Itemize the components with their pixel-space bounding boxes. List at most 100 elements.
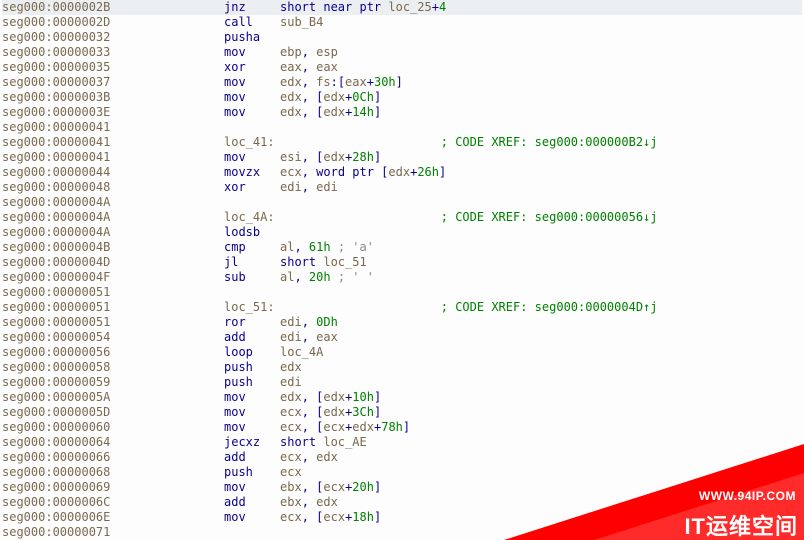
op-token: al [280, 240, 294, 254]
op-token: , [302, 450, 316, 464]
op-token: edi [280, 330, 302, 344]
asm-row[interactable]: seg000:0000004A loc_4A: ; CODE XREF: seg… [2, 210, 802, 225]
op-token: short near ptr [280, 0, 388, 14]
op-token: 30h [374, 75, 396, 89]
op-token: , [294, 270, 308, 284]
op-token: edx [316, 450, 338, 464]
op-token: [ [374, 165, 388, 179]
asm-row[interactable]: seg000:00000056 looploc_4A [2, 345, 802, 360]
code-label[interactable]: loc_51: [224, 300, 275, 314]
operands: sub_B4 [280, 15, 323, 30]
asm-row[interactable]: seg000:00000051 roredi, 0Dh [2, 315, 802, 330]
asm-row[interactable]: seg000:00000054 addedi, eax [2, 330, 802, 345]
asm-row[interactable]: seg000:00000041 movesi, [edx+28h] [2, 150, 802, 165]
mnemonic: xor [224, 180, 280, 195]
asm-row[interactable]: seg000:0000005A movedx, [edx+10h] [2, 390, 802, 405]
asm-row[interactable]: seg000:00000059 pushedi [2, 375, 802, 390]
op-token: , [302, 45, 316, 59]
op-token: edx [280, 105, 302, 119]
operands: ecx [280, 465, 302, 480]
asm-row[interactable]: seg000:0000005D movecx, [edx+3Ch] [2, 405, 802, 420]
asm-row[interactable]: seg000:00000058 pushedx [2, 360, 802, 375]
label-line: loc_4A: ; CODE XREF: seg000:00000056↓j [224, 210, 658, 225]
asm-row[interactable]: seg000:00000068 pushecx [2, 465, 802, 480]
op-token: 20h [309, 270, 331, 284]
mnemonic: push [224, 360, 280, 375]
asm-row[interactable]: seg000:0000004A lodsb [2, 225, 802, 240]
mnemonic: call [224, 15, 280, 30]
asm-row[interactable]: seg000:00000060 movecx, [ecx+edx+78h] [2, 420, 802, 435]
mnemonic: mov [224, 45, 280, 60]
mnemonic: add [224, 330, 280, 345]
operands: loc_4A [280, 345, 323, 360]
operands: esi, [edx+28h] [280, 150, 381, 165]
code-xref[interactable]: ; CODE XREF: seg000:0000004D↑j [441, 300, 658, 314]
asm-row[interactable]: seg000:00000041 loc_41: ; CODE XREF: seg… [2, 135, 802, 150]
mnemonic: mov [224, 150, 280, 165]
asm-row[interactable]: seg000:0000002B jnzshort near ptr loc_25… [2, 0, 802, 15]
op-token: ecx [323, 480, 345, 494]
code-label[interactable]: loc_41: [224, 135, 275, 149]
operands: al, 20h ; ' ' [280, 270, 374, 285]
disassembly-listing[interactable]: seg000:0000002B jnzshort near ptr loc_25… [0, 0, 804, 540]
asm-row[interactable]: seg000:00000037 movedx, fs:[eax+30h] [2, 75, 802, 90]
asm-row[interactable]: seg000:00000064 jecxzshort loc_AE [2, 435, 802, 450]
address-col: seg000:0000004F [2, 270, 224, 285]
asm-row[interactable]: seg000:00000071 [2, 525, 802, 540]
op-token: , [302, 180, 316, 194]
asm-row[interactable]: seg000:0000004F subal, 20h ; ' ' [2, 270, 802, 285]
asm-row[interactable]: seg000:0000003E movedx, [edx+14h] [2, 105, 802, 120]
op-token: ecx [323, 510, 345, 524]
op-token: ] [403, 420, 410, 434]
operands: edi, eax [280, 330, 338, 345]
operands: ecx, [ecx+18h] [280, 510, 381, 525]
op-token: 20h [352, 480, 374, 494]
op-token: ebp [280, 45, 302, 59]
op-token: edx [323, 390, 345, 404]
label-line: loc_51: ; CODE XREF: seg000:0000004D↑j [224, 300, 658, 315]
operands: ecx, [edx+3Ch] [280, 405, 381, 420]
operands: ecx, [ecx+edx+78h] [280, 420, 410, 435]
op-token: edi [316, 180, 338, 194]
asm-row[interactable]: seg000:00000048 xoredi, edi [2, 180, 802, 195]
asm-row[interactable]: seg000:0000006C addebx, edx [2, 495, 802, 510]
address-col: seg000:0000004B [2, 240, 224, 255]
mnemonic: jl [224, 255, 280, 270]
asm-row[interactable]: seg000:00000069 movebx, [ecx+20h] [2, 480, 802, 495]
address-col: seg000:00000054 [2, 330, 224, 345]
mnemonic: push [224, 465, 280, 480]
asm-row[interactable]: seg000:0000006E movecx, [ecx+18h] [2, 510, 802, 525]
op-token: , [ [302, 90, 324, 104]
op-token: edx [316, 495, 338, 509]
mnemonic: pusha [224, 30, 280, 45]
asm-row[interactable]: seg000:0000004B cmpal, 61h ; 'a' [2, 240, 802, 255]
asm-row[interactable]: seg000:0000002D callsub_B4 [2, 15, 802, 30]
op-token: ] [374, 510, 381, 524]
op-token: ] [374, 150, 381, 164]
code-label[interactable]: loc_4A: [224, 210, 275, 224]
asm-row[interactable]: seg000:0000004D jlshort loc_51 [2, 255, 802, 270]
asm-row[interactable]: seg000:0000004A [2, 195, 802, 210]
asm-row[interactable]: seg000:00000044 movzxecx, word ptr [edx+… [2, 165, 802, 180]
asm-row[interactable]: seg000:00000033 movebp, esp [2, 45, 802, 60]
op-token: edx [352, 420, 374, 434]
asm-row[interactable]: seg000:00000066 addecx, edx [2, 450, 802, 465]
code-xref[interactable]: ; CODE XREF: seg000:000000B2↓j [441, 135, 658, 149]
mnemonic: loop [224, 345, 280, 360]
op-token: ecx [323, 420, 345, 434]
code-xref[interactable]: ; CODE XREF: seg000:00000056↓j [441, 210, 658, 224]
op-token: edx [323, 90, 345, 104]
address-col: seg000:0000004A [2, 195, 224, 210]
asm-row[interactable]: seg000:00000035 xoreax, eax [2, 60, 802, 75]
asm-row[interactable]: seg000:00000032 pusha [2, 30, 802, 45]
op-token: 14h [352, 105, 374, 119]
operands: short loc_51 [280, 255, 367, 270]
asm-row[interactable]: seg000:0000003B movedx, [edx+0Ch] [2, 90, 802, 105]
asm-row[interactable]: seg000:00000051 loc_51: ; CODE XREF: seg… [2, 300, 802, 315]
op-token: 0Dh [316, 315, 338, 329]
mnemonic: mov [224, 105, 280, 120]
address-col: seg000:00000056 [2, 345, 224, 360]
asm-row[interactable]: seg000:00000041 [2, 120, 802, 135]
mnemonic: movzx [224, 165, 280, 180]
asm-row[interactable]: seg000:00000051 [2, 285, 802, 300]
